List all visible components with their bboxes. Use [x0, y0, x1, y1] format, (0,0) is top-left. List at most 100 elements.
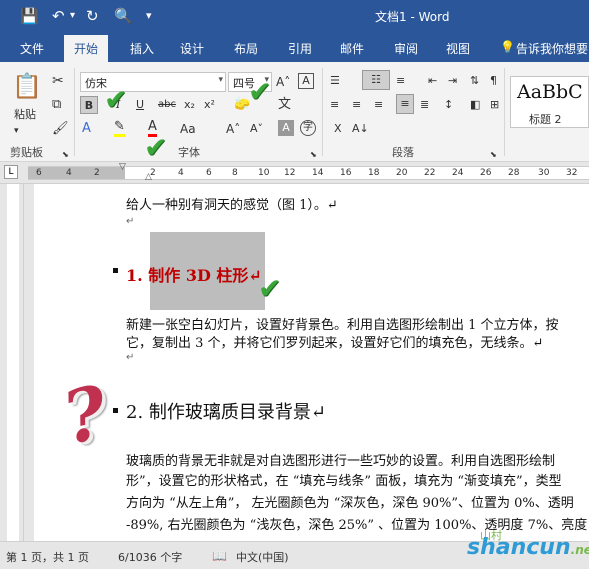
character-shading-icon[interactable]: A — [278, 120, 294, 136]
style-heading2[interactable]: AaBbC 标题 2 — [510, 76, 589, 128]
proofing-icon[interactable]: 📖 — [212, 549, 227, 563]
align-left-icon[interactable]: ≡ — [330, 96, 339, 114]
lightbulb-icon[interactable]: 💡 — [500, 40, 515, 54]
ruler-tick: 24 — [452, 168, 464, 178]
sort-chinese-icon[interactable]: A↓ — [352, 120, 369, 138]
vertical-ruler-track[interactable] — [7, 184, 19, 541]
tab-layout[interactable]: 布局 — [234, 40, 258, 57]
copy-icon[interactable]: ⧉ — [52, 96, 61, 114]
increase-indent-icon[interactable]: ⇥ — [448, 72, 457, 90]
tab-mailings[interactable]: 邮件 — [340, 40, 364, 57]
font-name-combo[interactable]: 仿宋 ▾ — [80, 72, 226, 92]
ruler-margin — [28, 167, 125, 179]
vertical-ruler — [0, 184, 24, 541]
grow-font-icon-2[interactable]: A˄ — [226, 120, 240, 138]
phonetic-guide-icon[interactable]: 文 — [278, 96, 291, 114]
shading-icon[interactable]: ◧ — [470, 96, 480, 114]
style-name: 标题 2 — [529, 113, 562, 126]
paste-icon[interactable]: 📋 — [12, 72, 42, 100]
tab-file[interactable]: 文件 — [20, 40, 44, 57]
chinese-layout-icon[interactable]: X — [334, 120, 342, 138]
bullets-icon[interactable]: ☰ — [330, 72, 340, 90]
watermark-suffix: .net — [570, 543, 589, 557]
ruler-tick: 12 — [284, 168, 296, 178]
ruler-tick: 4 — [178, 168, 184, 178]
ruler-tick: 8 — [232, 168, 238, 178]
tab-references[interactable]: 引用 — [288, 40, 312, 57]
tab-insert[interactable]: 插入 — [130, 40, 154, 57]
line-spacing-icon[interactable]: ↕ — [444, 96, 453, 114]
justify-icon[interactable]: ≡ — [396, 94, 414, 114]
document-line: -89%, 右光圈颜色为 “浅灰色，深色 25%” 、位置为 100%、透明度 … — [126, 518, 588, 533]
ruler-tick: 22 — [424, 168, 436, 178]
separator — [504, 68, 505, 156]
paragraph-mark: ↵ — [126, 216, 135, 227]
highlight-icon[interactable]: ✎ — [114, 120, 125, 137]
print-preview-icon[interactable]: 🔍 — [114, 6, 133, 26]
ruler-tick: 4 — [66, 168, 72, 178]
paste-dropdown-icon[interactable]: ▾ — [14, 122, 19, 140]
word-count[interactable]: 6/1036 个字 — [118, 549, 182, 565]
check-mark-icon: ✔ — [104, 83, 128, 116]
watermark-text: shancun — [467, 535, 571, 560]
underline-button[interactable]: U — [136, 96, 144, 114]
chevron-down-icon: ▾ — [218, 75, 223, 85]
ruler-tick: 32 — [566, 168, 578, 178]
align-right-icon[interactable]: ≡ — [374, 96, 383, 114]
tab-design[interactable]: 设计 — [180, 40, 204, 57]
cut-icon[interactable]: ✂ — [52, 72, 64, 90]
redo-icon[interactable]: ↻ — [86, 6, 99, 26]
hanging-indent-marker[interactable]: △ — [145, 172, 152, 182]
shrink-font-icon[interactable]: A˅ — [250, 120, 263, 138]
ruler-track[interactable]: 6 4 2 2 4 6 8 10 12 14 16 18 20 22 24 26… — [28, 166, 589, 180]
text-effects-icon[interactable]: A — [82, 120, 91, 138]
decrease-indent-icon[interactable]: ⇤ — [428, 72, 437, 90]
tab-view[interactable]: 视图 — [446, 40, 470, 57]
tab-home[interactable]: 开始 — [64, 35, 109, 62]
ruler-tick: 28 — [508, 168, 520, 178]
title-bar: 💾 ↶ ▾ ↻ 🔍 ▾ 文档1 - Word — [0, 0, 589, 32]
clipboard-group-label: 剪贴板 — [10, 146, 43, 159]
tell-me-box[interactable]: 告诉我你想要 — [516, 40, 588, 57]
ruler-tick: 10 — [258, 168, 270, 178]
undo-dropdown-icon[interactable]: ▾ — [70, 6, 75, 26]
customize-toolbar-icon[interactable]: ▾ — [146, 6, 152, 26]
ruler-tick: 18 — [368, 168, 380, 178]
numbering-icon[interactable]: ☷ — [362, 70, 390, 90]
tab-review[interactable]: 审阅 — [394, 40, 418, 57]
superscript-button[interactable]: x² — [204, 96, 215, 114]
change-case-button[interactable]: Aa — [180, 120, 196, 138]
enclose-characters-icon[interactable]: 字 — [300, 120, 316, 136]
page-count[interactable]: 第 1 页，共 1 页 — [6, 549, 89, 565]
ruler-tick: 30 — [538, 168, 550, 178]
sort-icon[interactable]: ⇅ — [470, 72, 479, 90]
subscript-button[interactable]: x₂ — [184, 96, 195, 114]
document-line: 形”，设置它的形状格式，在 “填充与线条” 面板，填充为 “渐变填充”，类型 — [126, 474, 562, 489]
save-icon[interactable]: 💾 — [20, 6, 39, 26]
multilevel-list-icon[interactable]: ≡ — [396, 72, 405, 90]
bold-button[interactable]: B — [80, 96, 98, 114]
language-status[interactable]: 中文(中国) — [236, 549, 289, 565]
ruler-tick: 14 — [312, 168, 324, 178]
heading-2: 2. 制作玻璃质目录背景↵ — [126, 402, 326, 423]
undo-icon[interactable]: ↶ — [52, 6, 65, 26]
align-center-icon[interactable]: ≡ — [352, 96, 361, 114]
separator — [74, 68, 75, 156]
distributed-icon[interactable]: ≣ — [420, 96, 429, 114]
borders-icon[interactable]: ⊞ — [490, 96, 499, 114]
document-line: 给人一种别有洞天的感觉（图 1）。↵ — [126, 198, 338, 213]
show-marks-icon[interactable]: ¶ — [490, 72, 497, 90]
strikethrough-button[interactable]: abc — [158, 96, 176, 114]
paragraph-group-label: 段落 — [392, 146, 414, 159]
format-painter-icon[interactable]: 🖌 — [52, 120, 69, 138]
grow-font-icon[interactable]: A˄ — [276, 73, 290, 91]
character-border-icon[interactable]: A — [298, 73, 314, 89]
heading-1: 1. 制作 3D 柱形↵ — [126, 266, 262, 285]
ruler-tick: 6 — [206, 168, 212, 178]
horizontal-ruler: L 6 4 2 2 4 6 8 10 12 14 16 18 20 22 24 … — [0, 162, 589, 184]
heading-bullet — [113, 408, 118, 413]
tab-selector[interactable]: L — [4, 165, 18, 179]
ruler-tick: 20 — [396, 168, 408, 178]
heading-bullet — [113, 268, 118, 273]
first-line-indent-marker[interactable]: ▽ — [119, 162, 126, 172]
